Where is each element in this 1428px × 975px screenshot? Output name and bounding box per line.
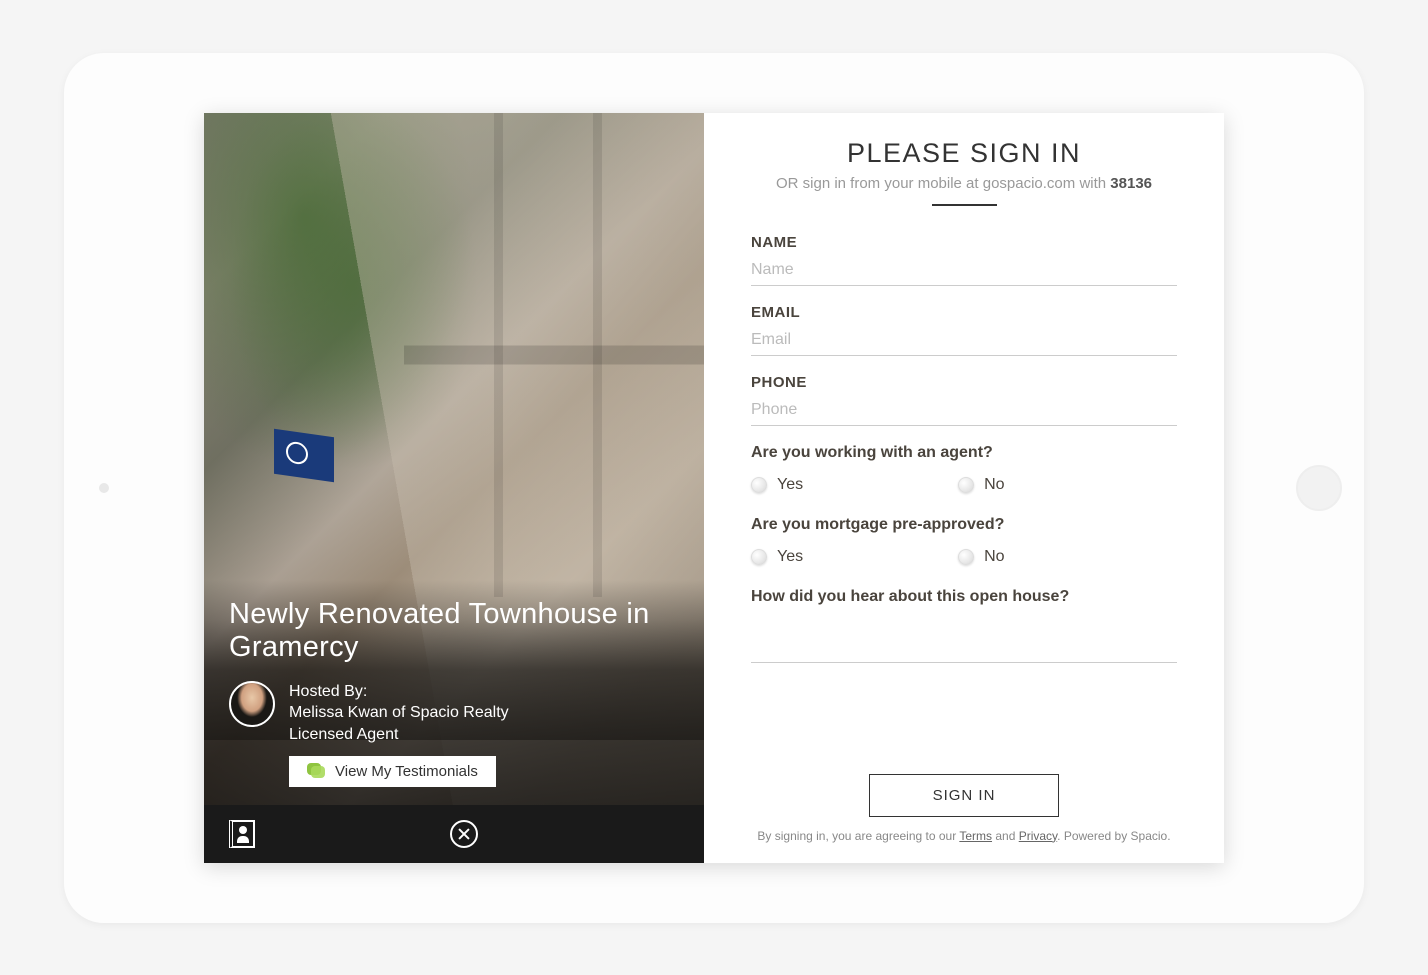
agent-radio-row: Yes No — [751, 476, 1177, 494]
radio-icon — [751, 477, 767, 493]
signin-title: PLEASE SIGN IN — [751, 138, 1177, 169]
mortgage-yes-label: Yes — [777, 548, 803, 566]
agent-yes-label: Yes — [777, 476, 803, 494]
email-group: EMAIL — [751, 304, 1177, 356]
flag-emblem — [286, 440, 308, 465]
phone-group: PHONE — [751, 374, 1177, 426]
radio-icon — [958, 549, 974, 565]
phone-input[interactable] — [751, 395, 1177, 426]
flag-graphic — [274, 428, 334, 481]
tablet-home-button[interactable] — [1296, 465, 1342, 511]
mortgage-no-option[interactable]: No — [958, 548, 1004, 566]
radio-icon — [751, 549, 767, 565]
question-agent: Are you working with an agent? — [751, 444, 1177, 462]
name-input[interactable] — [751, 255, 1177, 286]
radio-icon — [958, 477, 974, 493]
hear-input[interactable] — [751, 628, 1177, 663]
name-group: NAME — [751, 234, 1177, 286]
host-row: Hosted By: Melissa Kwan of Spacio Realty… — [229, 681, 679, 746]
mortgage-no-label: No — [984, 548, 1004, 566]
mortgage-yes-option[interactable]: Yes — [751, 548, 803, 566]
property-image: Newly Renovated Townhouse in Gramercy Ho… — [204, 113, 704, 805]
email-label: EMAIL — [751, 304, 1177, 321]
signin-subtitle-prefix: OR sign in from your mobile at gospacio.… — [776, 175, 1110, 192]
signin-panel: PLEASE SIGN IN OR sign in from your mobi… — [704, 113, 1224, 863]
bottom-bar — [204, 805, 704, 863]
phone-label: PHONE — [751, 374, 1177, 391]
agent-no-label: No — [984, 476, 1004, 494]
host-role: Licensed Agent — [289, 724, 509, 746]
mortgage-radio-row: Yes No — [751, 548, 1177, 566]
tablet-camera — [99, 483, 109, 493]
contacts-icon[interactable] — [229, 820, 255, 848]
host-info: Hosted By: Melissa Kwan of Spacio Realty… — [289, 681, 509, 746]
question-hear: How did you hear about this open house? — [751, 588, 1177, 606]
property-overlay: Newly Renovated Townhouse in Gramercy Ho… — [204, 580, 704, 804]
terms-prefix: By signing in, you are agreeing to our — [757, 829, 959, 843]
agent-yes-option[interactable]: Yes — [751, 476, 803, 494]
signin-code: 38136 — [1110, 175, 1152, 192]
building-windows-graphic — [404, 113, 704, 597]
signin-button[interactable]: SIGN IN — [869, 774, 1059, 817]
view-testimonials-button[interactable]: View My Testimonials — [289, 756, 496, 787]
left-panel: Newly Renovated Townhouse in Gramercy Ho… — [204, 113, 704, 863]
avatar — [229, 681, 275, 727]
email-input[interactable] — [751, 325, 1177, 356]
tablet-frame: Newly Renovated Townhouse in Gramercy Ho… — [64, 53, 1364, 923]
privacy-link[interactable]: Privacy — [1019, 829, 1057, 843]
signin-subtitle: OR sign in from your mobile at gospacio.… — [751, 175, 1177, 192]
terms-text: By signing in, you are agreeing to our T… — [751, 829, 1177, 843]
hosted-by-label: Hosted By: — [289, 681, 509, 703]
name-label: NAME — [751, 234, 1177, 251]
terms-suffix: . Powered by Spacio. — [1057, 829, 1170, 843]
chat-icon — [307, 763, 325, 779]
question-mortgage: Are you mortgage pre-approved? — [751, 516, 1177, 534]
terms-and: and — [992, 829, 1019, 843]
app-container: Newly Renovated Townhouse in Gramercy Ho… — [204, 113, 1224, 863]
testimonials-label: View My Testimonials — [335, 763, 478, 780]
property-title: Newly Renovated Townhouse in Gramercy — [229, 598, 679, 665]
host-name: Melissa Kwan of Spacio Realty — [289, 702, 509, 724]
close-icon[interactable] — [450, 820, 478, 848]
divider — [932, 204, 997, 206]
agent-no-option[interactable]: No — [958, 476, 1004, 494]
terms-link[interactable]: Terms — [959, 829, 992, 843]
